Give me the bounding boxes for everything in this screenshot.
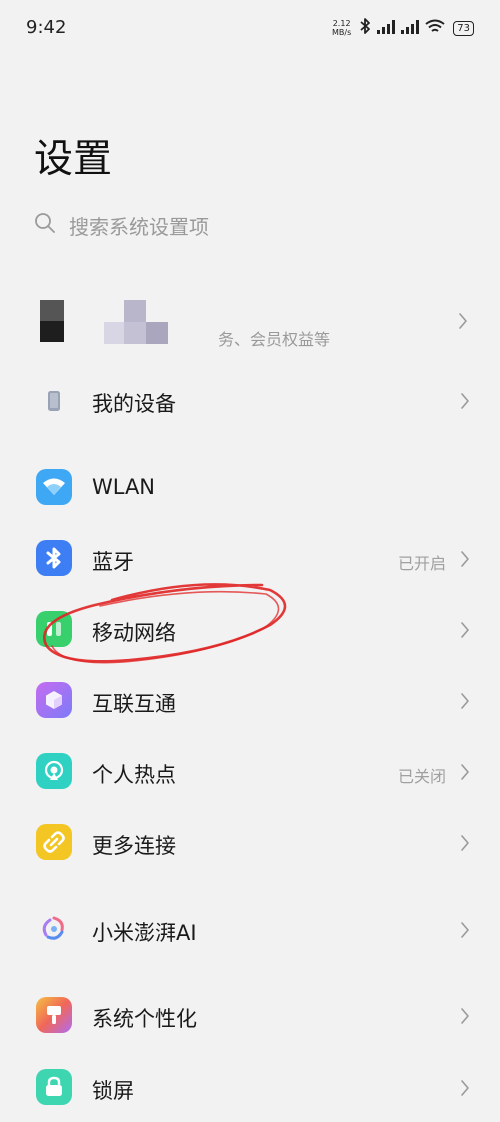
chevron-right-icon <box>460 834 470 856</box>
settings-item-label: 蓝牙 <box>92 550 134 574</box>
search-placeholder: 搜索系统设置项 <box>69 214 209 239</box>
settings-item-label: 互联互通 <box>92 692 176 716</box>
signal-2-icon <box>401 19 420 38</box>
chevron-right-icon <box>460 763 470 785</box>
chevron-right-icon <box>460 1007 470 1029</box>
signal-1-icon <box>377 19 396 38</box>
settings-item-lock-screen[interactable]: 锁屏 <box>0 1052 500 1122</box>
settings-item-ai[interactable]: 小米澎湃AI <box>0 894 500 964</box>
network-speed: 2.12 MB/s <box>332 19 351 37</box>
chevron-right-icon <box>460 692 470 714</box>
more-connections-icon <box>36 824 72 860</box>
page-title: 设置 <box>34 137 113 182</box>
settings-item-label: 个人热点 <box>92 763 176 787</box>
battery-icon: 73 <box>453 20 474 36</box>
chevron-right-icon <box>460 621 470 643</box>
interconnect-icon <box>36 682 72 718</box>
chevron-right-icon <box>460 921 470 943</box>
chevron-right-icon <box>460 1079 470 1101</box>
settings-item-personalization[interactable]: 系统个性化 <box>0 980 500 1050</box>
settings-item-hotspot[interactable]: 个人热点 已关闭 <box>0 736 500 806</box>
settings-item-value: 已关闭 <box>397 767 446 786</box>
settings-item-label: 更多连接 <box>92 834 176 858</box>
status-icons: 2.12 MB/s 73 <box>332 16 474 40</box>
settings-item-more-connections[interactable]: 更多连接 <box>0 807 500 877</box>
wifi-icon <box>36 469 72 505</box>
account-name <box>104 300 168 344</box>
status-bar: 9:42 2.12 MB/s 73 <box>0 0 500 56</box>
settings-item-label: 我的设备 <box>92 392 176 416</box>
network-speed-value: 2.12 <box>332 19 351 28</box>
settings-item-my-device[interactable]: 我的设备 <box>0 366 500 436</box>
avatar <box>40 300 64 342</box>
ai-icon <box>36 911 72 947</box>
bluetooth-status-icon <box>359 18 371 38</box>
mobile-network-icon <box>36 611 72 647</box>
status-time: 9:42 <box>26 17 67 38</box>
phone-icon <box>36 383 72 419</box>
settings-item-bluetooth[interactable]: 蓝牙 已开启 <box>0 523 500 593</box>
search-bar[interactable]: 搜索系统设置项 <box>34 208 474 242</box>
personalization-icon <box>36 997 72 1033</box>
settings-item-label: 锁屏 <box>92 1079 134 1103</box>
settings-item-wlan[interactable]: WLAN <box>0 452 500 522</box>
settings-item-label: 移动网络 <box>92 621 176 645</box>
network-speed-unit: MB/s <box>332 28 352 37</box>
chevron-right-icon <box>458 312 468 334</box>
chevron-right-icon <box>460 392 470 414</box>
settings-item-label: WLAN <box>92 475 156 499</box>
account-subtitle: 务、会员权益等 <box>218 330 331 349</box>
search-icon <box>34 212 56 238</box>
settings-item-interconnect[interactable]: 互联互通 <box>0 665 500 735</box>
settings-item-label: 小米澎湃AI <box>92 921 197 945</box>
settings-item-mobile-network[interactable]: 移动网络 <box>0 594 500 664</box>
settings-item-value: 已开启 <box>397 554 446 573</box>
hotspot-icon <box>36 753 72 789</box>
account-row[interactable]: 务、会员权益等 <box>0 290 500 360</box>
chevron-right-icon <box>460 550 470 572</box>
settings-item-label: 系统个性化 <box>92 1007 197 1031</box>
wifi-status-icon <box>425 19 445 38</box>
bluetooth-icon <box>36 540 72 576</box>
